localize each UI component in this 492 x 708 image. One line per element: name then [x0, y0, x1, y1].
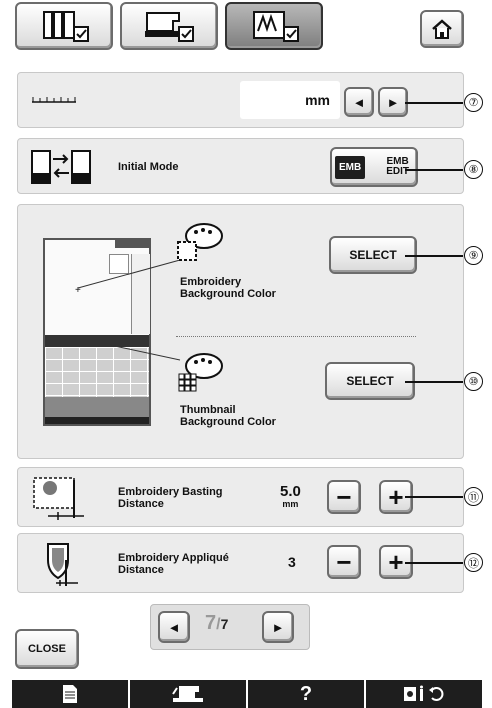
- page-indicator: 7/7: [205, 612, 229, 634]
- emb-option: EMB: [335, 155, 366, 179]
- initial-mode-label: Initial Mode: [118, 161, 179, 173]
- callout-11: ⑪: [464, 487, 483, 506]
- basting-value-display: 5.0 mm: [280, 484, 301, 509]
- bottom-help-button[interactable]: ?: [248, 680, 366, 708]
- page-prev-button[interactable]: ◄: [158, 611, 190, 643]
- bottom-tools-button[interactable]: [366, 680, 482, 708]
- minus-icon: −: [336, 481, 352, 512]
- embroidery-bg-label: Embroidery Background Color: [180, 276, 276, 300]
- embroidery-settings-icon: [253, 11, 299, 42]
- basting-unit: mm: [282, 499, 299, 509]
- left-arrow-icon: ◄: [167, 619, 181, 635]
- bottom-toolbar: ?: [12, 680, 482, 708]
- callout-line-12: [405, 562, 463, 564]
- callout-line-10: [405, 381, 463, 383]
- plus-icon: +: [388, 546, 404, 577]
- right-arrow-icon: ►: [386, 94, 400, 110]
- applique-distance-label: Embroidery Appliqué Distance: [118, 552, 229, 576]
- help-icon: ?: [299, 682, 313, 705]
- callout-8: ⑧: [464, 160, 483, 179]
- thumbnail-bg-select-button[interactable]: SELECT: [325, 362, 415, 400]
- tab-sewing-settings[interactable]: [120, 2, 218, 50]
- left-arrow-icon: ◄: [352, 94, 366, 110]
- tools-icon: [404, 685, 444, 701]
- basting-distance-icon: [33, 477, 84, 520]
- callout-7: ⑦: [464, 93, 483, 112]
- basting-distance-label: Embroidery Basting Distance: [118, 486, 223, 510]
- page-next-button[interactable]: ►: [262, 611, 294, 643]
- callout-line-9: [405, 255, 463, 257]
- thumbnail-bg-label: Thumbnail Background Color: [180, 404, 276, 428]
- applique-minus-button[interactable]: −: [327, 545, 361, 579]
- page-total: 7: [220, 616, 229, 632]
- applique-value: 3: [288, 554, 296, 570]
- close-button[interactable]: CLOSE: [15, 629, 79, 669]
- pointer-lines: [77, 259, 181, 361]
- unit-right-arrow-button[interactable]: ►: [378, 87, 408, 117]
- home-button[interactable]: [420, 10, 464, 48]
- right-arrow-icon: ►: [271, 619, 285, 635]
- minus-icon: −: [336, 546, 352, 577]
- initial-mode-button[interactable]: EMB EMB EDIT: [330, 147, 418, 187]
- callout-line-11: [405, 496, 463, 498]
- unit-value-display: mm: [240, 81, 340, 119]
- home-icon: [432, 19, 452, 39]
- embroidery-select-label: SELECT: [349, 248, 397, 262]
- page-current: 7: [205, 612, 217, 634]
- tab-utility-settings[interactable]: [15, 2, 113, 50]
- unit-value: mm: [305, 92, 330, 108]
- basting-value: 5.0: [280, 483, 301, 500]
- embroidery-bg-color-icon: [177, 223, 223, 261]
- utility-settings-icon: [43, 11, 89, 42]
- embroidery-bg-select-button[interactable]: SELECT: [329, 236, 417, 274]
- document-icon: [63, 685, 77, 703]
- sewing-machine-settings-icon: [145, 12, 194, 42]
- callout-12: ⑫: [464, 553, 483, 572]
- basting-minus-button[interactable]: −: [327, 480, 361, 514]
- tab-embroidery-settings[interactable]: [225, 2, 323, 50]
- plus-icon: +: [388, 481, 404, 512]
- callout-line-7: [405, 102, 463, 104]
- bottom-manual-button[interactable]: [12, 680, 130, 708]
- callout-9: ⑨: [464, 246, 483, 265]
- callout-10: ⑩: [464, 372, 483, 391]
- close-label: CLOSE: [28, 643, 66, 655]
- embedit-option: EMB EDIT: [386, 156, 409, 177]
- unit-left-arrow-button[interactable]: ◄: [344, 87, 374, 117]
- panel-divider: [176, 336, 416, 337]
- callout-line-8: [405, 169, 463, 171]
- sewing-machine-icon: [172, 686, 203, 702]
- thumbnail-select-label: SELECT: [346, 374, 394, 388]
- bottom-machine-button[interactable]: [130, 680, 248, 708]
- thumbnail-bg-color-icon: [178, 353, 223, 392]
- mode-switch-icon: [31, 150, 91, 184]
- ruler-icon: [32, 97, 76, 103]
- applique-distance-icon: [47, 543, 78, 586]
